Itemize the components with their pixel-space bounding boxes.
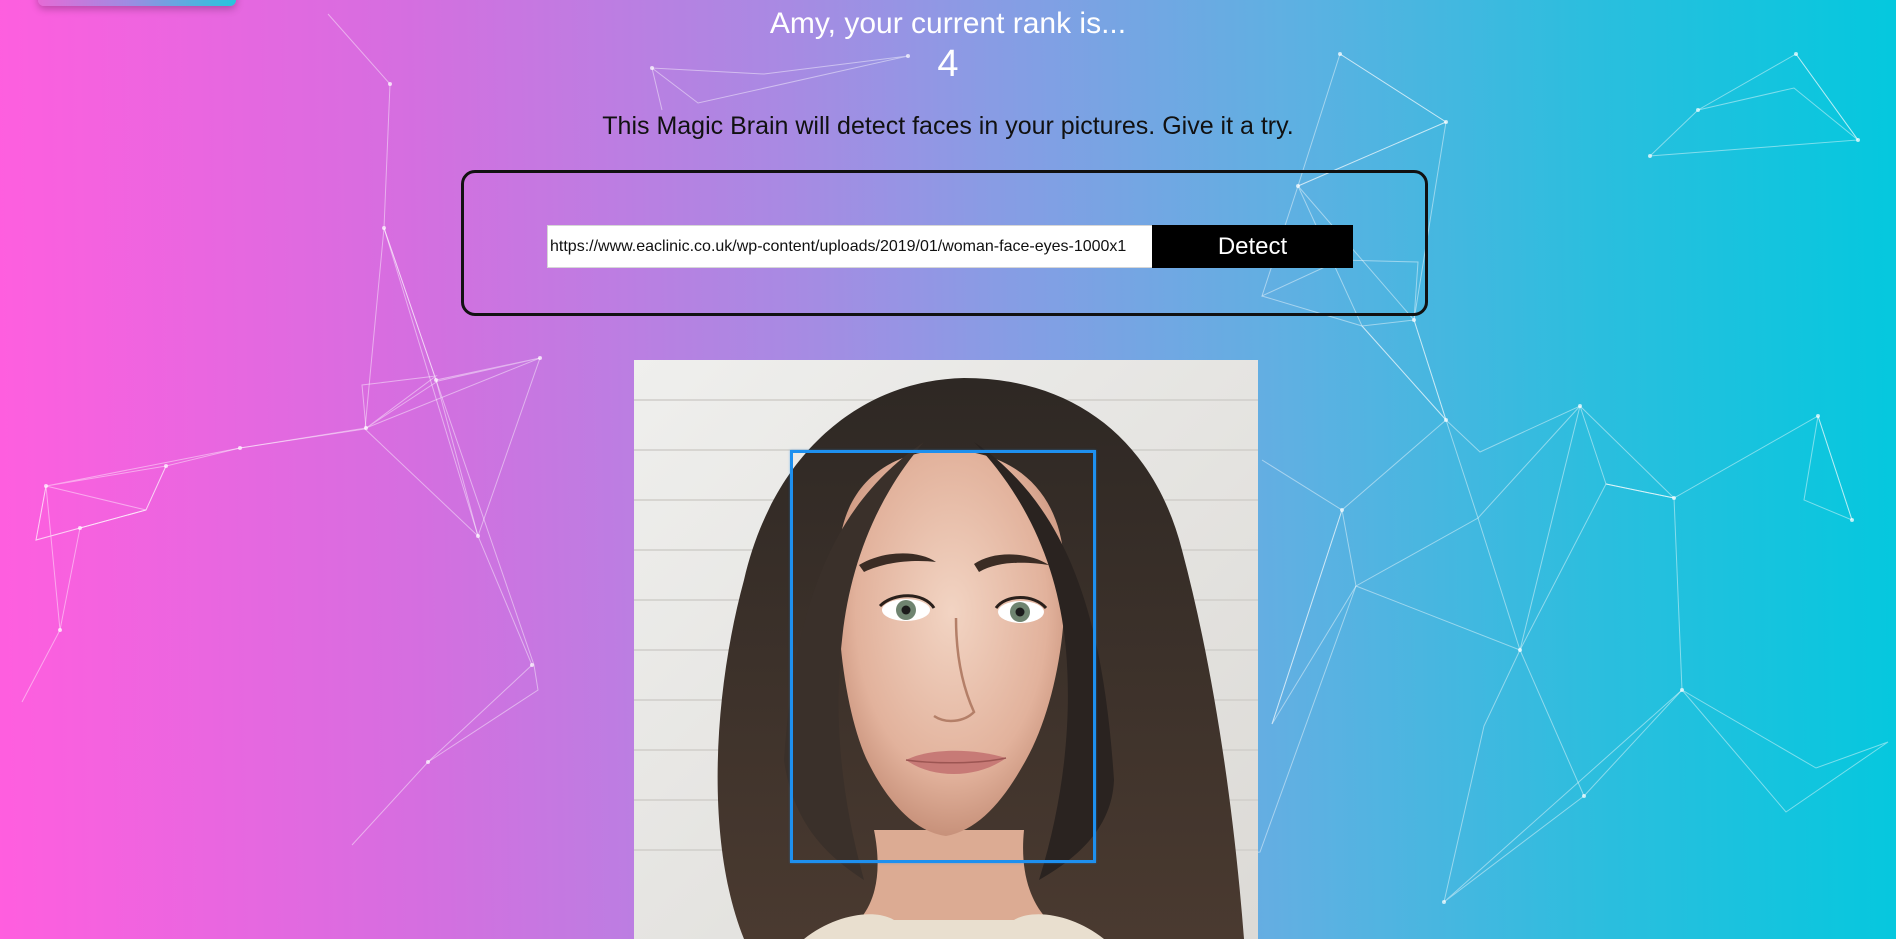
face-recognition-result xyxy=(634,360,1258,939)
image-url-input[interactable] xyxy=(547,225,1153,268)
image-link-form: Detect xyxy=(461,170,1428,316)
app-description: This Magic Brain will detect faces in yo… xyxy=(602,112,1294,140)
rank-heading: Amy, your current rank is... xyxy=(769,7,1127,40)
detect-button[interactable]: Detect xyxy=(1152,225,1353,268)
rank-value: 4 xyxy=(937,43,959,85)
face-bounding-box xyxy=(790,450,1096,863)
